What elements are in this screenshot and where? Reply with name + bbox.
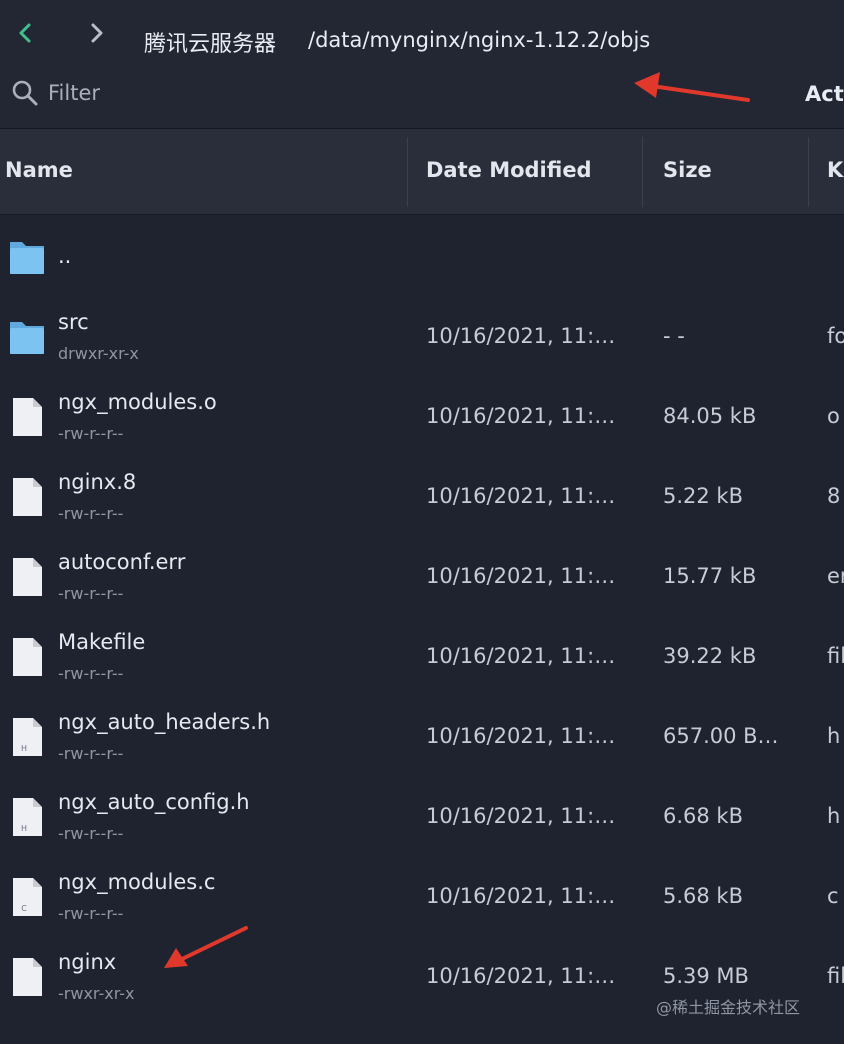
file-icon	[8, 476, 46, 518]
chevron-right-icon	[91, 23, 103, 43]
file-icon	[8, 636, 46, 678]
file-kind: fil	[827, 964, 844, 988]
file-name: Makefile	[58, 630, 146, 654]
file-date-modified: 10/16/2021, 11:2…	[426, 404, 622, 428]
file-name: ngx_auto_config.h	[58, 790, 250, 814]
column-date-header[interactable]: Date Modified	[426, 129, 636, 214]
filter-input[interactable]: Filter	[10, 76, 310, 110]
file-icon	[8, 556, 46, 598]
column-kind-header[interactable]: K	[827, 129, 844, 214]
file-permissions: -rwxr-xr-x	[58, 984, 135, 1003]
search-icon	[12, 80, 38, 106]
svg-text:H: H	[21, 744, 27, 753]
file-name: ngx_modules.c	[58, 870, 216, 894]
file-icon	[8, 956, 46, 998]
file-name: nginx.8	[58, 470, 137, 494]
column-size-header[interactable]: Size	[663, 129, 803, 214]
file-row[interactable]: Cngx_modules.c -rw-r--r-- 10/16/2021, 11:2…	[0, 856, 844, 936]
file-size: 5.68 kB	[663, 884, 744, 908]
file-name: ngx_auto_headers.h	[58, 710, 271, 734]
file-date-modified: 10/16/2021, 11:2…	[426, 564, 622, 588]
column-divider[interactable]	[808, 137, 809, 207]
file-size: 15.77 kB	[663, 564, 757, 588]
file-kind: 8	[827, 484, 841, 508]
file-date-modified: 10/16/2021, 11:2…	[426, 724, 622, 748]
folder-icon	[8, 236, 46, 278]
svg-text:C: C	[21, 904, 27, 913]
header-file-icon: H	[8, 796, 46, 838]
file-date-modified: 10/16/2021, 11:2…	[426, 884, 622, 908]
file-kind: h	[827, 804, 841, 828]
file-name: nginx	[58, 950, 117, 974]
file-size: 5.39 MB	[663, 964, 749, 988]
file-date-modified: 10/16/2021, 11:2…	[426, 804, 622, 828]
filter-placeholder: Filter	[48, 81, 101, 105]
back-button[interactable]	[10, 18, 40, 48]
chevron-left-icon	[19, 23, 31, 43]
file-kind: fil	[827, 644, 844, 668]
file-permissions: -rw-r--r--	[58, 424, 124, 443]
file-kind: c	[827, 884, 839, 908]
file-permissions: -rw-r--r--	[58, 824, 124, 843]
file-date-modified: 10/16/2021, 11:2…	[426, 324, 622, 348]
file-size: 657.00 B…	[663, 724, 779, 748]
header-file-icon: H	[8, 716, 46, 758]
file-row[interactable]: autoconf.err -rw-r--r-- 10/16/2021, 11:2… 1…	[0, 536, 844, 616]
file-date-modified: 10/16/2021, 11:2…	[426, 484, 622, 508]
file-permissions: -rw-r--r--	[58, 664, 124, 683]
actions-button[interactable]: Act	[805, 82, 844, 106]
file-kind: fo	[827, 324, 844, 348]
file-date-modified: 10/16/2021, 11:2…	[426, 644, 622, 668]
file-row[interactable]: src drwxr-xr-x 10/16/2021, 11:2… - - fo	[0, 296, 844, 376]
file-size: 6.68 kB	[663, 804, 744, 828]
folder-icon	[8, 316, 46, 358]
file-permissions: -rw-r--r--	[58, 504, 124, 523]
file-name: autoconf.err	[58, 550, 186, 574]
file-row[interactable]: ngx_modules.o -rw-r--r-- 10/16/2021, 11:2……	[0, 376, 844, 456]
forward-button[interactable]	[82, 18, 112, 48]
file-kind: o	[827, 404, 840, 428]
file-size: 5.22 kB	[663, 484, 744, 508]
file-date-modified: 10/16/2021, 11:2…	[426, 964, 622, 988]
toolbar: 腾讯云服务器 /data/mynginx/nginx-1.12.2/objs F…	[0, 0, 844, 129]
column-divider[interactable]	[407, 137, 408, 207]
annotation-arrow-icon	[634, 72, 750, 102]
file-row[interactable]: Hngx_auto_headers.h -rw-r--r-- 10/16/2021,…	[0, 696, 844, 776]
file-kind: h	[827, 724, 841, 748]
watermark: @稀土掘金技术社区	[656, 998, 801, 1017]
file-size: 84.05 kB	[663, 404, 757, 428]
file-icon	[8, 396, 46, 438]
file-kind: er	[827, 564, 844, 588]
file-permissions: drwxr-xr-x	[58, 344, 139, 363]
file-permissions: -rw-r--r--	[58, 744, 124, 763]
file-permissions: -rw-r--r--	[58, 584, 124, 603]
file-row[interactable]: nginx.8 -rw-r--r-- 10/16/2021, 11:2… 5.22 k…	[0, 456, 844, 536]
file-row[interactable]: Makefile -rw-r--r-- 10/16/2021, 11:2… 39.22…	[0, 616, 844, 696]
file-name: src	[58, 310, 89, 334]
server-name[interactable]: 腾讯云服务器	[144, 26, 276, 58]
file-row[interactable]: ..	[0, 216, 844, 296]
file-row[interactable]: Hngx_auto_config.h -rw-r--r-- 10/16/2021, …	[0, 776, 844, 856]
file-name: ..	[58, 244, 72, 268]
column-divider[interactable]	[642, 137, 643, 207]
path-breadcrumb[interactable]: /data/mynginx/nginx-1.12.2/objs	[308, 28, 650, 52]
file-size: - -	[663, 324, 685, 348]
file-size: 39.22 kB	[663, 644, 757, 668]
column-name-header[interactable]: Name	[5, 129, 400, 214]
svg-text:H: H	[21, 824, 27, 833]
column-header: Name Date Modified Size K	[0, 129, 844, 215]
c-file-icon: C	[8, 876, 46, 918]
file-name: ngx_modules.o	[58, 390, 217, 414]
file-permissions: -rw-r--r--	[58, 904, 124, 923]
